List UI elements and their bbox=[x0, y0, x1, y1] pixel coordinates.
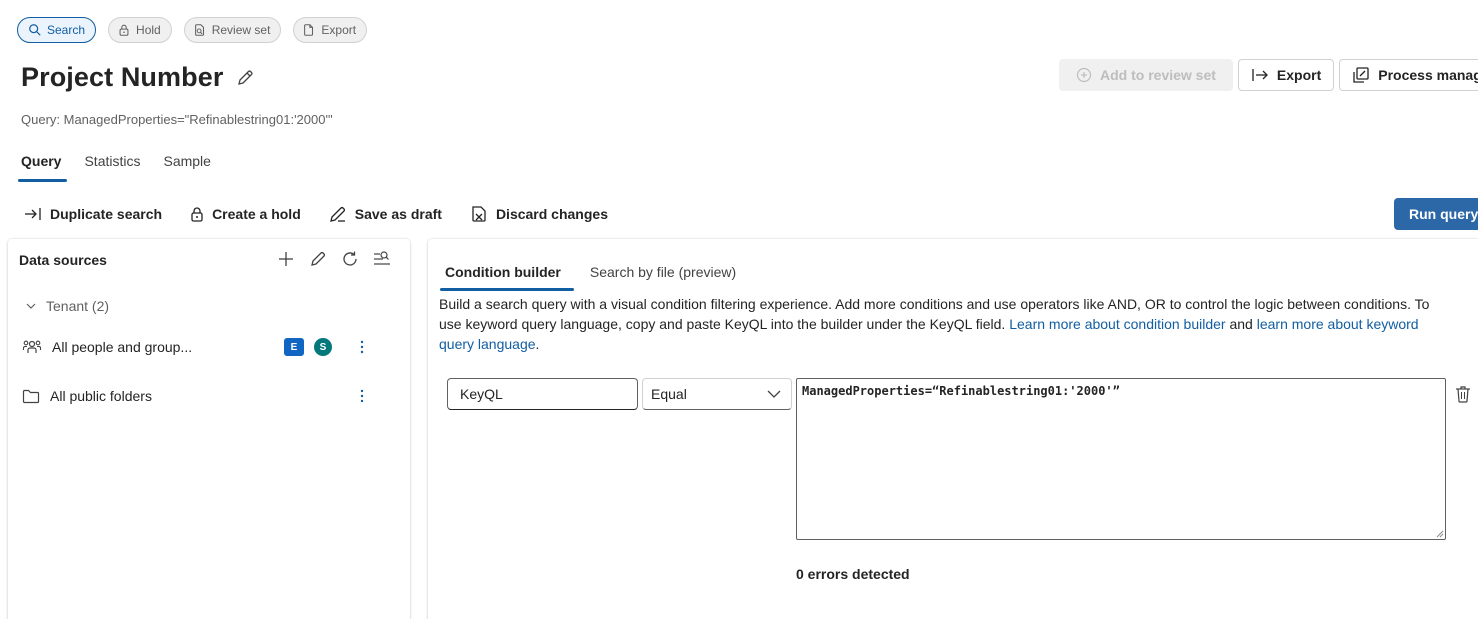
search-pill-label: Search bbox=[47, 23, 86, 37]
top-nav-pills: Search Hold Review set Export bbox=[17, 17, 368, 43]
draft-edit-icon bbox=[329, 206, 345, 222]
review-set-icon bbox=[194, 24, 204, 36]
query-tabs: Query Statistics Sample bbox=[18, 150, 231, 182]
builder-description: Build a search query with a visual condi… bbox=[439, 294, 1449, 354]
add-circle-icon bbox=[1076, 67, 1092, 83]
error-status: 0 errors detected bbox=[796, 566, 910, 582]
edit-icon[interactable] bbox=[308, 249, 328, 269]
export-button[interactable]: Export bbox=[1237, 59, 1335, 91]
tab-statistics[interactable]: Statistics bbox=[81, 150, 143, 182]
lock-icon bbox=[191, 207, 203, 222]
data-source-badges: E S bbox=[284, 338, 332, 356]
add-icon[interactable] bbox=[276, 249, 296, 269]
discard-changes-label: Discard changes bbox=[495, 206, 608, 222]
tenant-label: Tenant (2) bbox=[46, 298, 110, 314]
more-options-icon[interactable] bbox=[360, 389, 364, 403]
data-sources-actions bbox=[276, 249, 392, 269]
tenant-group[interactable]: Tenant (2) bbox=[26, 298, 109, 314]
folder-icon bbox=[22, 389, 40, 404]
page-title: Project Number bbox=[21, 62, 224, 92]
sharepoint-icon: S bbox=[314, 338, 332, 356]
add-to-review-set-button[interactable]: Add to review set bbox=[1059, 59, 1233, 91]
learn-condition-builder-link[interactable]: Learn more about condition builder bbox=[1009, 316, 1225, 332]
save-draft-button[interactable]: Save as draft bbox=[329, 203, 442, 225]
chevron-down-icon bbox=[26, 303, 36, 309]
process-manager-label: Process manager bbox=[1378, 67, 1478, 83]
tab-query[interactable]: Query bbox=[18, 150, 68, 182]
query-summary: Query: ManagedProperties="Refinablestrin… bbox=[21, 112, 333, 127]
chevron-down-icon bbox=[767, 390, 781, 398]
page-title-row: Project Number bbox=[21, 62, 255, 93]
query-text-value: ManagedProperties=“Refinablestring01:'20… bbox=[802, 384, 1120, 398]
more-options-icon[interactable] bbox=[360, 340, 364, 354]
operator-value: Equal bbox=[651, 386, 687, 402]
duplicate-search-button[interactable]: Duplicate search bbox=[24, 203, 162, 225]
data-sources-title: Data sources bbox=[19, 252, 107, 268]
discard-icon bbox=[472, 206, 486, 222]
data-source-name: All public folders bbox=[50, 388, 152, 404]
process-manager-icon bbox=[1353, 67, 1369, 83]
add-to-review-set-label: Add to review set bbox=[1100, 67, 1216, 83]
search-icon bbox=[29, 24, 41, 36]
hold-pill-label: Hold bbox=[136, 23, 161, 37]
export-label: Export bbox=[1276, 67, 1322, 83]
filter-list-icon[interactable] bbox=[372, 249, 392, 269]
save-draft-label: Save as draft bbox=[354, 206, 442, 222]
header-actions: Add to review set Export Process manager bbox=[1059, 59, 1478, 91]
delete-icon[interactable] bbox=[1455, 385, 1471, 403]
data-source-item[interactable]: All public folders bbox=[22, 388, 382, 404]
lock-icon bbox=[119, 24, 129, 36]
query-toolbar: Duplicate search Create a hold Save as d… bbox=[24, 203, 636, 225]
export-pill[interactable]: Export bbox=[293, 17, 368, 43]
tab-condition-builder[interactable]: Condition builder bbox=[440, 261, 574, 291]
tab-search-by-file[interactable]: Search by file (preview) bbox=[585, 261, 741, 291]
duplicate-search-label: Duplicate search bbox=[50, 206, 163, 222]
duplicate-arrow-icon bbox=[25, 208, 41, 220]
data-source-name: All people and group... bbox=[52, 339, 193, 355]
review-set-pill-label: Review set bbox=[211, 23, 271, 37]
condition-builder-panel: Condition builder Search by file (previe… bbox=[428, 239, 1478, 619]
export-arrow-icon bbox=[1252, 69, 1268, 81]
edit-icon[interactable] bbox=[235, 68, 255, 88]
review-set-pill[interactable]: Review set bbox=[183, 17, 282, 43]
process-manager-button[interactable]: Process manager bbox=[1339, 59, 1478, 91]
data-source-item[interactable]: All people and group... E S bbox=[22, 338, 382, 356]
condition-field-input[interactable]: KeyQL bbox=[447, 378, 638, 410]
discard-changes-button[interactable]: Discard changes bbox=[470, 203, 608, 225]
tab-sample[interactable]: Sample bbox=[160, 150, 213, 182]
exchange-icon: E bbox=[284, 338, 304, 356]
builder-tabs: Condition builder Search by file (previe… bbox=[440, 261, 760, 291]
condition-field-value: KeyQL bbox=[460, 386, 503, 402]
run-query-button[interactable]: Run query bbox=[1394, 198, 1478, 230]
export-pill-label: Export bbox=[321, 23, 357, 37]
people-group-icon bbox=[22, 340, 42, 353]
operator-dropdown[interactable]: Equal bbox=[642, 378, 792, 410]
period-text: . bbox=[535, 336, 540, 352]
create-hold-label: Create a hold bbox=[212, 206, 301, 222]
resize-handle-icon[interactable] bbox=[1436, 530, 1444, 538]
keyql-query-textarea[interactable]: ManagedProperties=“Refinablestring01:'20… bbox=[796, 378, 1446, 540]
refresh-icon[interactable] bbox=[340, 249, 360, 269]
create-hold-button[interactable]: Create a hold bbox=[190, 203, 301, 225]
and-text: and bbox=[1229, 316, 1253, 332]
hold-pill[interactable]: Hold bbox=[108, 17, 172, 43]
search-pill[interactable]: Search bbox=[17, 17, 97, 43]
document-icon bbox=[304, 24, 314, 36]
data-sources-panel: Data sources Tenant (2) All people and g… bbox=[8, 239, 410, 619]
